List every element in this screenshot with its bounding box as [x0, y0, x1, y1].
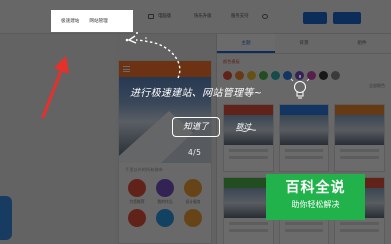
guide-message: 进行极速建站、网站管理等~: [130, 88, 263, 99]
skip-link[interactable]: 跳过: [236, 121, 251, 132]
got-it-button[interactable]: 知道了: [172, 117, 220, 137]
dashed-curve-arrow-icon: [125, 32, 181, 79]
guide-step-indicator: 4/5: [188, 148, 202, 157]
watermark-subtitle: 助你轻松解决: [291, 200, 340, 209]
watermark-title: 百科全说: [285, 180, 346, 196]
watermark-logo: 百科全说 助你轻松解决: [266, 174, 365, 220]
red-pointer-arrow-icon: [41, 56, 69, 119]
